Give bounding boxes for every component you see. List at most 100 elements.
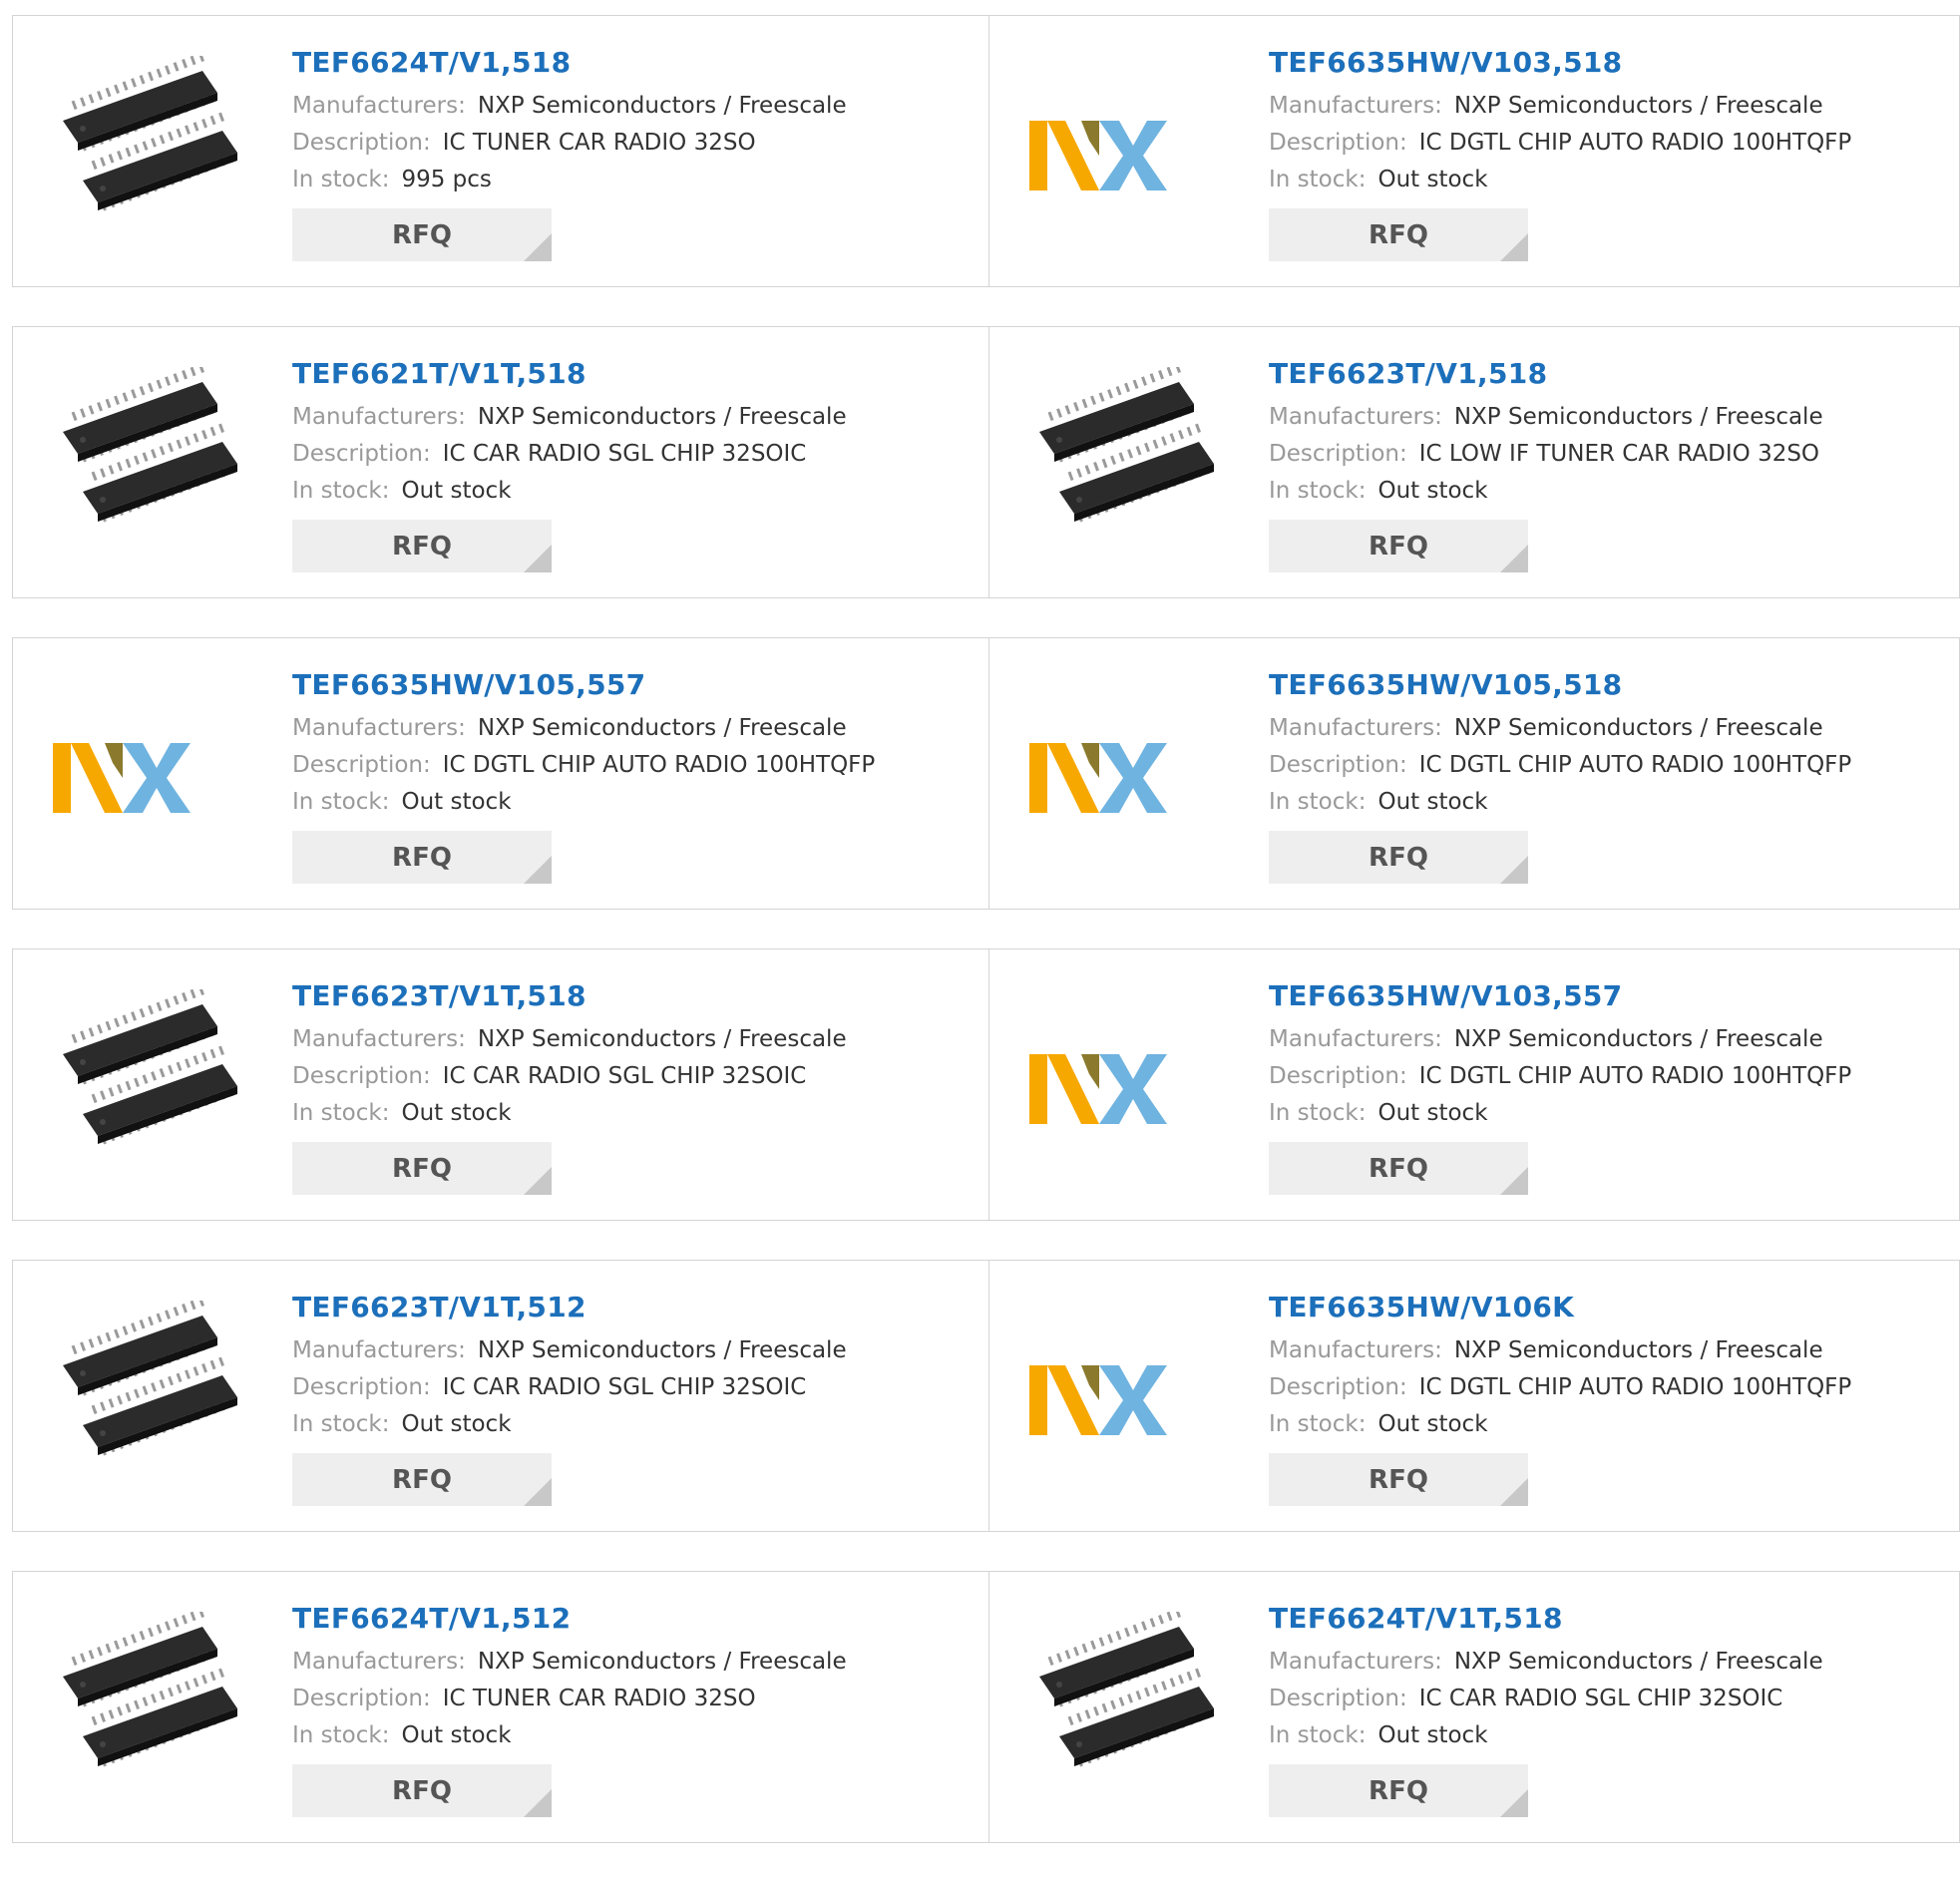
product-title-link[interactable]: TEF6635HW/V105,557 bbox=[292, 666, 875, 704]
description-line-label: Description: bbox=[1269, 1063, 1407, 1089]
product-title-link[interactable]: TEF6635HW/V105,518 bbox=[1269, 666, 1851, 704]
manufacturer-line-value: NXP Semiconductors / Freescale bbox=[477, 1337, 847, 1363]
product-card: TEF6635HW/V106K Manufacturers: NXP Semicon… bbox=[988, 1261, 1960, 1531]
description-line-value: IC CAR RADIO SGL CHIP 32SOIC bbox=[1418, 1686, 1783, 1711]
rfq-button[interactable]: RFQ bbox=[292, 208, 552, 261]
chip-image[interactable] bbox=[53, 1612, 252, 1811]
nxp-logo-image[interactable] bbox=[53, 678, 252, 878]
stock-line-value: Out stock bbox=[1377, 1100, 1488, 1126]
product-title-link[interactable]: TEF6635HW/V106K bbox=[1269, 1289, 1851, 1326]
product-row: TEF6624T/V1,518 Manufacturers: NXP Semicon… bbox=[12, 15, 1960, 287]
manufacturer-line-label: Manufacturers: bbox=[292, 1026, 466, 1052]
rfq-button[interactable]: RFQ bbox=[1269, 831, 1528, 884]
product-title-link[interactable]: TEF6624T/V1,518 bbox=[292, 44, 847, 82]
rfq-button[interactable]: RFQ bbox=[292, 831, 552, 884]
chip-image[interactable] bbox=[1029, 367, 1229, 566]
product-card: TEF6623T/V1T,512 Manufacturers: NXP Semico… bbox=[13, 1261, 988, 1531]
rfq-button[interactable]: RFQ bbox=[1269, 1453, 1528, 1506]
corner-triangle-icon bbox=[1500, 545, 1528, 572]
nxp-logo-image[interactable] bbox=[1029, 1301, 1229, 1500]
product-title-link[interactable]: TEF6624T/V1,512 bbox=[292, 1600, 847, 1638]
product-card: TEF6623T/V1T,518 Manufacturers: NXP Semico… bbox=[13, 949, 988, 1220]
chip-image[interactable] bbox=[53, 56, 252, 255]
stock-line-value: Out stock bbox=[401, 789, 512, 815]
rfq-button-label: RFQ bbox=[392, 1775, 452, 1806]
rfq-button[interactable]: RFQ bbox=[292, 1764, 552, 1817]
stock-line-value: Out stock bbox=[1377, 167, 1488, 192]
nxp-logo-image[interactable] bbox=[1029, 989, 1229, 1189]
rfq-button-label: RFQ bbox=[392, 219, 452, 250]
description-line-label: Description: bbox=[292, 1374, 431, 1400]
product-row: TEF6623T/V1T,512 Manufacturers: NXP Semico… bbox=[12, 1260, 1960, 1532]
manufacturer-line: Manufacturers: NXP Semiconductors / Frees… bbox=[1269, 1644, 1823, 1681]
product-title-link[interactable]: TEF6635HW/V103,557 bbox=[1269, 977, 1851, 1015]
rfq-button[interactable]: RFQ bbox=[1269, 520, 1528, 572]
rfq-button[interactable]: RFQ bbox=[1269, 1142, 1528, 1195]
stock-line: In stock: Out stock bbox=[292, 784, 875, 821]
chip-image[interactable] bbox=[53, 367, 252, 566]
stock-line: In stock: Out stock bbox=[1269, 1717, 1823, 1754]
description-line: Description: IC TUNER CAR RADIO 32SO bbox=[292, 125, 847, 162]
product-title-link[interactable]: TEF6624T/V1T,518 bbox=[1269, 1600, 1823, 1638]
corner-triangle-icon bbox=[1500, 1167, 1528, 1195]
product-card: TEF6635HW/V105,518 Manufacturers: NXP Semi… bbox=[988, 638, 1960, 909]
manufacturer-line: Manufacturers: NXP Semiconductors / Frees… bbox=[1269, 88, 1851, 125]
product-info: TEF6635HW/V103,518 Manufacturers: NXP Semi… bbox=[1269, 44, 1851, 261]
manufacturer-line-label: Manufacturers: bbox=[292, 1649, 466, 1675]
description-line-label: Description: bbox=[292, 130, 431, 156]
product-title-link[interactable]: TEF6623T/V1T,518 bbox=[292, 977, 847, 1015]
chip-image[interactable] bbox=[1029, 1612, 1229, 1811]
manufacturer-line-label: Manufacturers: bbox=[292, 93, 466, 119]
manufacturer-line-label: Manufacturers: bbox=[1269, 1337, 1442, 1363]
product-title-link[interactable]: TEF6635HW/V103,518 bbox=[1269, 44, 1851, 82]
manufacturer-line-value: NXP Semiconductors / Freescale bbox=[477, 93, 847, 119]
stock-line-value: Out stock bbox=[1377, 478, 1488, 504]
stock-line-label: In stock: bbox=[292, 478, 390, 504]
product-title-link[interactable]: TEF6621T/V1T,518 bbox=[292, 355, 847, 393]
manufacturer-line: Manufacturers: NXP Semiconductors / Frees… bbox=[292, 88, 847, 125]
description-line: Description: IC DGTL CHIP AUTO RADIO 100H… bbox=[1269, 747, 1851, 784]
stock-line-label: In stock: bbox=[1269, 1100, 1367, 1126]
manufacturer-line: Manufacturers: NXP Semiconductors / Frees… bbox=[292, 399, 847, 436]
rfq-button[interactable]: RFQ bbox=[1269, 1764, 1528, 1817]
manufacturer-line-value: NXP Semiconductors / Freescale bbox=[1453, 1649, 1823, 1675]
stock-line-label: In stock: bbox=[292, 167, 390, 192]
product-card: TEF6621T/V1T,518 Manufacturers: NXP Semico… bbox=[13, 327, 988, 597]
product-info: TEF6623T/V1T,512 Manufacturers: NXP Semico… bbox=[292, 1289, 847, 1506]
description-line-label: Description: bbox=[1269, 130, 1407, 156]
stock-line: In stock: Out stock bbox=[1269, 1406, 1851, 1443]
description-line: Description: IC CAR RADIO SGL CHIP 32SOIC bbox=[292, 1369, 847, 1406]
corner-triangle-icon bbox=[1500, 1789, 1528, 1817]
rfq-button[interactable]: RFQ bbox=[292, 520, 552, 572]
stock-line: In stock: Out stock bbox=[292, 473, 847, 510]
rfq-button[interactable]: RFQ bbox=[292, 1453, 552, 1506]
stock-line-value: Out stock bbox=[401, 1100, 512, 1126]
rfq-button-label: RFQ bbox=[1369, 842, 1428, 873]
manufacturer-line-label: Manufacturers: bbox=[1269, 93, 1442, 119]
description-line-label: Description: bbox=[292, 1686, 431, 1711]
manufacturer-line: Manufacturers: NXP Semiconductors / Frees… bbox=[292, 1644, 847, 1681]
description-line: Description: IC CAR RADIO SGL CHIP 32SOIC bbox=[292, 436, 847, 473]
description-line-value: IC TUNER CAR RADIO 32SO bbox=[442, 130, 756, 156]
manufacturer-line-value: NXP Semiconductors / Freescale bbox=[1453, 715, 1823, 741]
rfq-button[interactable]: RFQ bbox=[292, 1142, 552, 1195]
product-info: TEF6635HW/V103,557 Manufacturers: NXP Semi… bbox=[1269, 977, 1851, 1195]
stock-line-label: In stock: bbox=[292, 1411, 390, 1437]
nxp-logo-image[interactable] bbox=[1029, 678, 1229, 878]
stock-line: In stock: Out stock bbox=[292, 1717, 847, 1754]
product-title-link[interactable]: TEF6623T/V1,518 bbox=[1269, 355, 1823, 393]
description-line-label: Description: bbox=[1269, 1686, 1407, 1711]
manufacturer-line-value: NXP Semiconductors / Freescale bbox=[477, 1649, 847, 1675]
product-title-link[interactable]: TEF6623T/V1T,512 bbox=[292, 1289, 847, 1326]
rfq-button[interactable]: RFQ bbox=[1269, 208, 1528, 261]
chip-image[interactable] bbox=[53, 989, 252, 1189]
manufacturer-line-label: Manufacturers: bbox=[1269, 1649, 1442, 1675]
product-grid: TEF6624T/V1,518 Manufacturers: NXP Semicon… bbox=[12, 15, 1960, 1882]
product-info: TEF6623T/V1T,518 Manufacturers: NXP Semico… bbox=[292, 977, 847, 1195]
stock-line-value: Out stock bbox=[401, 478, 512, 504]
chip-image[interactable] bbox=[53, 1301, 252, 1500]
stock-line-label: In stock: bbox=[292, 1100, 390, 1126]
description-line-label: Description: bbox=[1269, 1374, 1407, 1400]
description-line: Description: IC TUNER CAR RADIO 32SO bbox=[292, 1681, 847, 1717]
nxp-logo-image[interactable] bbox=[1029, 56, 1229, 255]
